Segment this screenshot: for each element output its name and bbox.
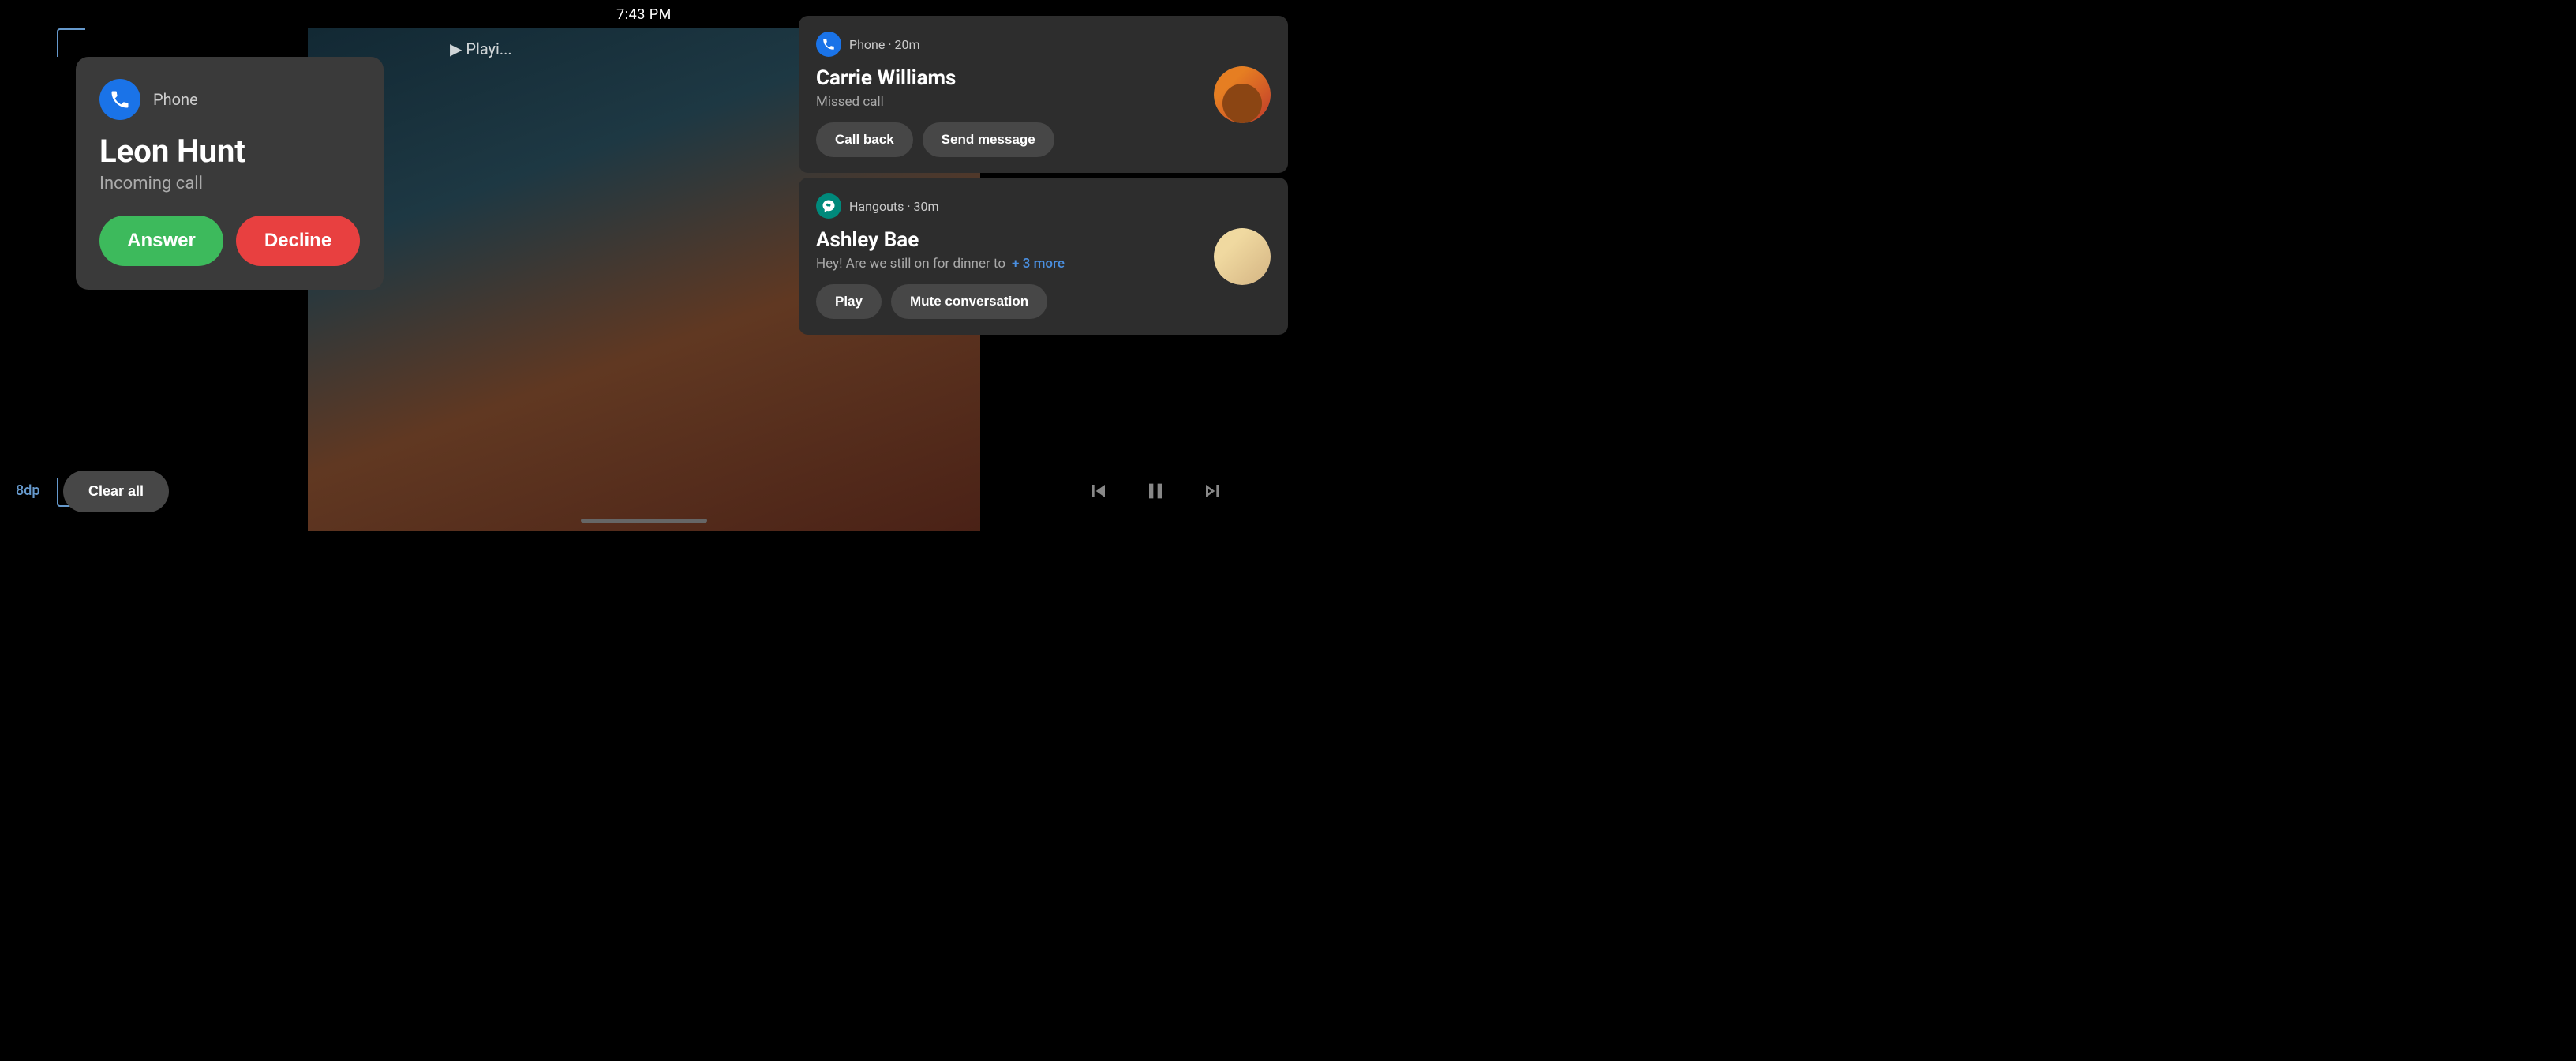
avatar-image-2 (1214, 228, 1271, 285)
incoming-call-card: Phone Leon Hunt Incoming call Answer Dec… (76, 57, 384, 290)
notif-phone-text: Carrie Williams Missed call Call back Se… (816, 66, 1214, 157)
incoming-call-app-name: Phone (153, 90, 198, 109)
notif-phone-content: Carrie Williams Missed call Call back Se… (816, 66, 1271, 157)
pause-button[interactable] (1143, 478, 1168, 504)
caller-name: Leon Hunt (99, 134, 360, 169)
send-message-button[interactable]: Send message (923, 122, 1054, 157)
phone-app-icon (99, 79, 140, 120)
carrie-williams-avatar (1214, 66, 1271, 123)
skip-previous-icon (1086, 478, 1111, 504)
call-action-buttons: Answer Decline (99, 216, 360, 266)
notif-header-hangouts: Hangouts · 30m (816, 193, 1271, 219)
notif-phone-subtitle: Missed call (816, 94, 1201, 110)
notification-card-hangouts: Hangouts · 30m Ashley Bae Hey! Are we st… (799, 178, 1288, 335)
phone-icon-small (822, 37, 836, 51)
notification-panel: Phone · 20m Carrie Williams Missed call … (799, 16, 1288, 339)
notif-hangouts-subtitle: Hey! Are we still on for dinner to (816, 256, 1005, 272)
answer-button[interactable]: Answer (99, 216, 223, 266)
skip-previous-button[interactable] (1086, 478, 1111, 504)
avatar-image-1 (1214, 66, 1271, 123)
clear-all-button[interactable]: Clear all (63, 471, 169, 512)
call-back-button[interactable]: Call back (816, 122, 913, 157)
card-header: Phone (99, 79, 360, 120)
hangouts-icon-small (822, 199, 836, 213)
media-controls (1086, 478, 1225, 504)
status-time: 7:43 PM (616, 6, 672, 23)
notif-phone-buttons: Call back Send message (816, 122, 1201, 157)
play-button[interactable]: Play (816, 284, 882, 319)
more-link[interactable]: + 3 more (1012, 256, 1065, 272)
decline-button[interactable]: Decline (236, 216, 360, 266)
notification-card-phone: Phone · 20m Carrie Williams Missed call … (799, 16, 1288, 173)
notif-hangouts-buttons: Play Mute conversation (816, 284, 1201, 319)
ashley-bae-avatar (1214, 228, 1271, 285)
notif-hangouts-subtitle-row: Hey! Are we still on for dinner to + 3 m… (816, 256, 1201, 272)
notif-hangouts-app-name: Hangouts · 30m (849, 199, 939, 214)
notif-phone-app-name: Phone · 20m (849, 37, 919, 52)
skip-next-button[interactable] (1200, 478, 1225, 504)
notif-header-phone: Phone · 20m (816, 32, 1271, 57)
notif-phone-contact: Carrie Williams (816, 66, 1201, 91)
notif-hangouts-contact: Ashley Bae (816, 228, 1201, 253)
notif-hangouts-content: Ashley Bae Hey! Are we still on for dinn… (816, 228, 1271, 319)
pause-icon (1143, 478, 1168, 504)
corner-marker-tl (57, 28, 85, 57)
notif-hangouts-text: Ashley Bae Hey! Are we still on for dinn… (816, 228, 1214, 319)
skip-next-icon (1200, 478, 1225, 504)
notif-hangouts-icon (816, 193, 841, 219)
notif-phone-icon (816, 32, 841, 57)
phone-icon (109, 88, 131, 111)
call-status: Incoming call (99, 174, 360, 193)
mute-conversation-button[interactable]: Mute conversation (891, 284, 1047, 319)
bottom-bar: Clear all (0, 452, 1288, 530)
now-playing-text: ▶ Playi... (450, 39, 512, 58)
